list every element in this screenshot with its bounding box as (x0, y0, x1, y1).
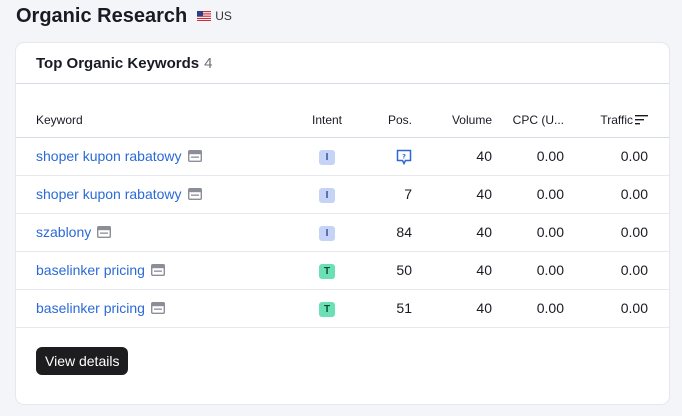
svg-text:?: ? (402, 152, 406, 160)
col-header-traffic[interactable]: Traffic (564, 103, 669, 138)
col-header-volume[interactable]: Volume (412, 103, 492, 138)
col-header-pos[interactable]: Pos. (350, 103, 412, 138)
table-row: shoper kupon rabatowy I 7 40 0.00 0.00 (16, 175, 669, 214)
traffic-cell: 0.00 (564, 175, 669, 214)
table-row: szablony I 84 40 0.00 0.00 (16, 213, 669, 252)
cpc-cell: 0.00 (492, 175, 564, 214)
cpc-cell: 0.00 (492, 137, 564, 176)
col-header-intent[interactable]: Intent (304, 103, 350, 138)
serp-snapshot-icon[interactable] (187, 188, 202, 200)
position-cell: 50 (350, 251, 412, 290)
keyword-link[interactable]: shoper kupon rabatowy (36, 186, 182, 202)
keyword-link[interactable]: baselinker pricing (36, 300, 145, 316)
table-row: baselinker pricing T 50 40 0.00 0.00 (16, 251, 669, 290)
intent-badge: I (319, 188, 335, 203)
serp-feature-icon: ? (396, 149, 412, 165)
col-header-cpc[interactable]: CPC (U... (492, 103, 564, 138)
position-cell: 7 (350, 175, 412, 214)
keyword-link[interactable]: shoper kupon rabatowy (36, 148, 182, 164)
traffic-header-label: Traffic (600, 112, 633, 127)
serp-snapshot-icon[interactable] (187, 150, 202, 162)
cpc-header-label: CPC (U... (512, 112, 564, 127)
us-flag-icon (197, 11, 212, 21)
intent-badge: T (319, 302, 335, 317)
volume-cell: 40 (412, 175, 492, 214)
intent-badge: T (319, 264, 335, 279)
traffic-cell: 0.00 (564, 213, 669, 252)
country-code: US (215, 9, 232, 23)
intent-badge: I (319, 150, 335, 165)
traffic-cell: 0.00 (564, 137, 669, 176)
serp-snapshot-icon[interactable] (150, 302, 165, 314)
intent-badge: I (319, 226, 335, 241)
keyword-link[interactable]: baselinker pricing (36, 262, 145, 278)
keywords-table: Keyword Intent Pos. Volume CPC (U... Tra… (16, 103, 669, 328)
keyword-link[interactable]: szablony (36, 224, 91, 240)
top-keywords-card: Top Organic Keywords 4 Keyword Intent Po… (16, 43, 669, 404)
page-header: Organic Research US (16, 4, 232, 28)
volume-cell: 40 (412, 251, 492, 290)
col-header-keyword[interactable]: Keyword (16, 103, 304, 138)
position-cell: 84 (350, 213, 412, 252)
position-cell: 51 (350, 289, 412, 328)
table-row: baselinker pricing T 51 40 0.00 0.00 (16, 289, 669, 328)
cpc-cell: 0.00 (492, 289, 564, 328)
sort-icon[interactable] (635, 114, 648, 125)
card-header: Top Organic Keywords 4 (16, 43, 669, 84)
volume-cell: 40 (412, 289, 492, 328)
traffic-cell: 0.00 (564, 289, 669, 328)
table-row: shoper kupon rabatowy I ? 40 0.00 0.00 (16, 137, 669, 176)
table-header-row: Keyword Intent Pos. Volume CPC (U... Tra… (16, 103, 669, 138)
serp-snapshot-icon[interactable] (97, 226, 112, 238)
serp-snapshot-icon[interactable] (150, 264, 165, 276)
view-details-button[interactable]: View details (36, 347, 129, 375)
card-title: Top Organic Keywords (36, 54, 200, 72)
country-selector[interactable]: US (197, 9, 232, 23)
keyword-count: 4 (204, 54, 213, 72)
volume-cell: 40 (412, 137, 492, 176)
page-title: Organic Research (16, 4, 188, 27)
cpc-cell: 0.00 (492, 213, 564, 252)
traffic-cell: 0.00 (564, 251, 669, 290)
volume-cell: 40 (412, 213, 492, 252)
cpc-cell: 0.00 (492, 251, 564, 290)
